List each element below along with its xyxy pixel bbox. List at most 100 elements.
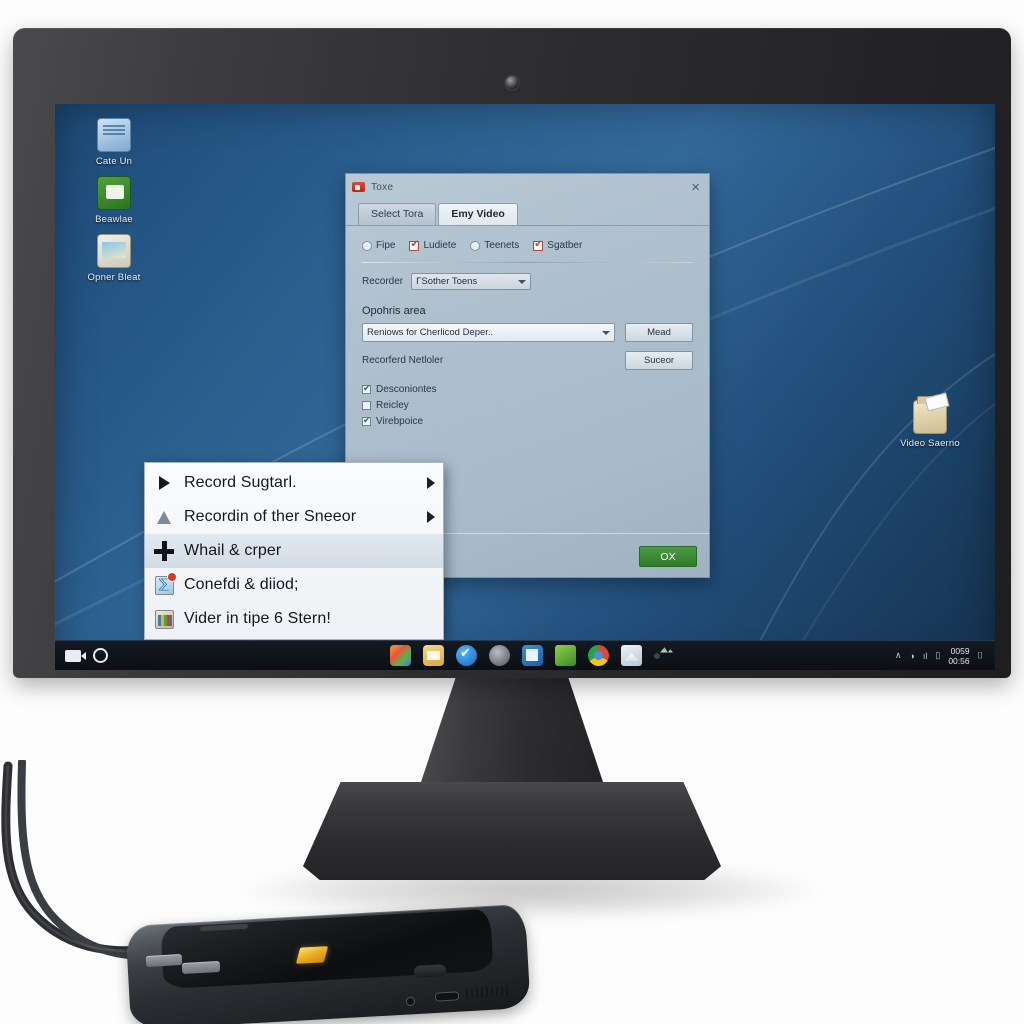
recorferd-netloler-label: Recorferd Netloler (362, 355, 444, 366)
desktop-icon-label: Video Saerno (900, 438, 960, 449)
mead-button[interactable]: Mead (625, 323, 693, 342)
usb-port (434, 991, 460, 1002)
edge-icon[interactable] (456, 645, 477, 666)
recorder-label: Recorder (362, 276, 404, 287)
volume-down-button[interactable] (181, 960, 221, 975)
cone-icon (153, 506, 175, 528)
checkbox-icon[interactable] (362, 383, 371, 394)
taskbar-left (61, 648, 108, 663)
cortana-circle-icon[interactable] (93, 648, 108, 663)
menu-item-label: Recordin of ther Sneeor (184, 508, 357, 525)
radio-icon[interactable] (470, 240, 481, 251)
volume-up-button[interactable] (145, 954, 183, 967)
desktop-screen: Cate Un Beawlae Opner Bleat Video Saerno… (55, 104, 995, 670)
monitor: Cate Un Beawlae Opner Bleat Video Saerno… (13, 28, 1011, 678)
option-label: Teenets (484, 240, 520, 251)
checklist-label: Reicley (376, 400, 409, 411)
clock-line-2: 00:56 (948, 655, 970, 666)
green-app-icon (97, 176, 131, 210)
photo-app-icon[interactable] (654, 652, 660, 659)
chevron-down-icon (518, 279, 527, 284)
dialog-title-bar: Toxe × (346, 174, 709, 200)
sub-row: Recorferd Netloler Suceor (362, 351, 693, 370)
notification-center-icon[interactable]: ⌷ (978, 650, 983, 661)
option-label: Ludiete (423, 240, 457, 251)
system-tray: ∧ ◑ ıl ▯ 0059 00:56 ⌷ (895, 646, 989, 666)
blue-app-icon (153, 571, 177, 596)
checkbox-icon[interactable] (362, 401, 371, 410)
picture-viewer-icon (97, 234, 131, 268)
checklist-item-desconiontes[interactable]: Desconiontes (362, 383, 693, 395)
battery-icon[interactable]: ▯ (935, 650, 940, 661)
menu-item-label: Whail & crper (184, 542, 282, 559)
area-select-value: Reniows for Cherlicod Deper.. (367, 327, 494, 338)
menu-item-label: Record Sugtarl. (184, 474, 297, 491)
ok-button[interactable]: OX (639, 546, 697, 567)
checklist-label: Desconiontes (376, 384, 437, 395)
webcam-icon (505, 76, 519, 89)
options-area-label: Opohris area (362, 305, 426, 317)
monitor-stand-neck (419, 676, 605, 788)
dialog-title: Toxe (371, 181, 394, 193)
submenu-arrow-icon (427, 511, 435, 523)
multicolor-app-icon (153, 608, 175, 630)
area-row: Reniows for Cherlicod Deper.. Mead (362, 323, 693, 342)
chevron-down-icon (602, 330, 610, 335)
store-icon[interactable] (390, 645, 411, 666)
volume-icon[interactable]: ıl (923, 651, 928, 661)
taskbar-clock[interactable]: 0059 00:56 (948, 646, 969, 666)
network-icon[interactable]: ◑ (909, 651, 914, 661)
app-icon (352, 182, 365, 192)
document-icon (97, 118, 131, 152)
chevron-up-icon[interactable]: ∧ (895, 650, 902, 661)
file-explorer-icon[interactable] (423, 645, 444, 666)
checklist-item-virebpoice[interactable]: Virebpoice (362, 415, 693, 427)
monitor-stand-base (303, 782, 721, 880)
desktop-icon-opner-bleat[interactable]: Opner Bleat (71, 234, 157, 283)
desktop-icon-label: Opner Bleat (87, 272, 141, 283)
recycle-app-icon[interactable] (555, 645, 576, 666)
dark-app-icon[interactable] (489, 645, 510, 666)
recorder-select[interactable]: ΓSother Toens (411, 273, 532, 290)
notification-badge-icon (166, 571, 177, 582)
area-select[interactable]: Reniows for Cherlicod Deper.. (362, 323, 615, 342)
option-fipe[interactable]: Fipe (362, 240, 395, 251)
office-icon[interactable] (522, 645, 543, 666)
camera-record-icon[interactable] (65, 649, 86, 662)
desktop-icon-video-saerno[interactable]: Video Saerno (887, 396, 973, 449)
menu-item-recordin-of-ther-sneeor[interactable]: Recordin of ther Sneeor (145, 500, 443, 534)
phone-camera-bump (413, 964, 447, 978)
tab-select-tora[interactable]: Select Tora (358, 203, 437, 225)
close-icon[interactable]: × (688, 180, 703, 195)
menu-item-vider-in-tipe-6-stern[interactable]: Vider in tipe 6 Stern! (145, 602, 443, 636)
checkbox-icon[interactable] (409, 239, 420, 251)
option-teenets[interactable]: Teenets (470, 240, 519, 251)
desktop-icon-beawlae[interactable]: Beawlae (71, 176, 157, 225)
checklist-label: Virebpoice (376, 416, 424, 427)
context-menu: Record Sugtarl. Recordin of ther Sneeor … (144, 462, 444, 640)
menu-item-conefdi-and-diiod[interactable]: Conefdi & diiod; (145, 568, 443, 602)
desktop-icon-cate-un[interactable]: Cate Un (71, 118, 157, 167)
smartphone (125, 903, 531, 1024)
options-row: Fipe Ludiete Teenets Sgatber (362, 239, 693, 251)
chrome-icon[interactable] (588, 645, 609, 666)
submenu-arrow-icon (427, 477, 435, 489)
checklist-item-reicley[interactable]: Reicley (362, 400, 693, 411)
checkbox-icon[interactable] (362, 415, 371, 426)
taskbar-apps (390, 645, 660, 666)
taskbar: ∧ ◑ ıl ▯ 0059 00:56 ⌷ (55, 640, 995, 670)
tab-emy-video[interactable]: Emy Video (438, 203, 518, 225)
menu-item-whail-and-crper[interactable]: Whail & crper (145, 534, 443, 568)
plus-icon (153, 540, 175, 562)
scene-root: Cate Un Beawlae Opner Bleat Video Saerno… (0, 0, 1024, 1024)
option-sgatber[interactable]: Sgatber (533, 239, 582, 251)
checkbox-icon[interactable] (533, 239, 544, 251)
video-folder-icon (913, 396, 947, 434)
recorder-field-row: Recorder ΓSother Toens (362, 273, 693, 290)
menu-item-record-sugtarl[interactable]: Record Sugtarl. (145, 466, 443, 500)
suceor-button[interactable]: Suceor (625, 351, 693, 370)
radio-icon[interactable] (362, 240, 372, 251)
divider (362, 262, 693, 263)
mail-icon[interactable] (621, 645, 642, 666)
option-ludiete[interactable]: Ludiete (409, 239, 457, 251)
